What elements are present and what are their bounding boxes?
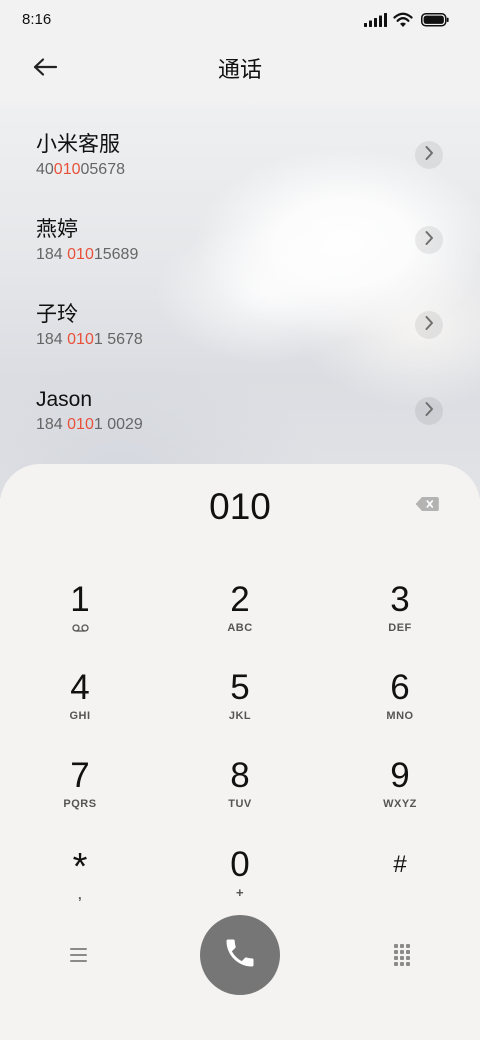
key-letters: , (77, 887, 83, 902)
voicemail-icon (30, 620, 130, 636)
key-7[interactable]: 7 PQRS (30, 756, 130, 816)
chevron-right-icon (415, 224, 443, 257)
key-8[interactable]: 8 TUV (190, 756, 290, 816)
key-9[interactable]: 9 WXYZ (350, 756, 450, 816)
wifi-icon (393, 12, 413, 33)
arrow-left-icon (32, 57, 58, 82)
number-suffix: 1 5678 (93, 331, 143, 348)
key-6[interactable]: 6 MNO (350, 668, 450, 728)
contact-number: 4001005678 (36, 160, 125, 180)
key-digit: 3 (390, 580, 410, 619)
phone-icon (222, 935, 258, 976)
matched-digits: 010 (53, 161, 81, 178)
dialpad-toggle-button[interactable] (390, 942, 414, 968)
matched-digits: 010 (67, 416, 94, 433)
dialpad-icon (394, 944, 398, 948)
key-digit: 5 (230, 668, 250, 707)
contact-detail-button[interactable] (415, 397, 443, 425)
key-2[interactable]: 2 ABC (190, 580, 290, 640)
key-letters: PQRS (63, 798, 97, 810)
key-letters: GHI (69, 710, 91, 722)
key-0[interactable]: 0 + (190, 845, 290, 905)
contact-row[interactable]: 子玲 184 0101 5678 (0, 282, 480, 364)
key-letters: TUV (228, 798, 252, 810)
battery-icon (421, 13, 449, 32)
key-letters: DEF (388, 622, 412, 634)
backspace-icon (415, 496, 440, 517)
call-button[interactable] (200, 915, 280, 995)
contact-name: 燕婷 (36, 218, 78, 241)
contact-name: 小米客服 (36, 133, 120, 156)
chevron-right-icon (415, 395, 443, 428)
key-digit: 4 (70, 668, 90, 707)
key-letters: WXYZ (383, 798, 417, 810)
matched-digits: 010 (67, 246, 94, 263)
menu-button[interactable] (66, 944, 90, 966)
number-prefix: 184 (36, 331, 68, 348)
key-3[interactable]: 3 DEF (350, 580, 450, 640)
number-prefix: 184 (36, 246, 68, 263)
number-prefix: 40 (36, 161, 54, 178)
menu-icon (69, 948, 87, 962)
contact-number: 184 01015689 (36, 245, 138, 265)
signal-icon (364, 13, 388, 32)
key-digit: * (72, 846, 88, 888)
number-prefix: 184 (36, 416, 68, 433)
key-letters: ABC (227, 622, 253, 634)
page-title: 通话 (217, 57, 262, 82)
contact-name: Jason (36, 388, 93, 411)
key-digit: 7 (70, 756, 90, 795)
number-suffix: 1 0029 (93, 416, 143, 433)
key-digit: 0 (230, 845, 250, 884)
contact-number: 184 0101 0029 (36, 415, 143, 435)
key-digit: 6 (390, 668, 410, 707)
key-star[interactable]: * , (30, 847, 130, 907)
key-hash[interactable]: # (350, 845, 450, 905)
key-digit: 2 (230, 580, 250, 619)
contact-row[interactable]: 小米客服 4001005678 (0, 112, 480, 194)
key-digit: 9 (390, 756, 410, 795)
status-time: 8:16 (22, 11, 52, 28)
key-digit: 1 (70, 580, 90, 619)
contact-detail-button[interactable] (415, 226, 443, 254)
contact-detail-button[interactable] (415, 141, 443, 169)
key-1[interactable]: 1 (30, 580, 130, 640)
number-suffix: 05678 (80, 161, 126, 178)
matched-digits: 010 (67, 331, 94, 348)
back-button[interactable] (28, 54, 62, 84)
dialed-number-display[interactable]: 010 (100, 485, 380, 529)
contact-number: 184 0101 5678 (36, 330, 143, 350)
key-digit: 8 (230, 756, 250, 795)
contact-detail-button[interactable] (415, 311, 443, 339)
contact-row[interactable]: Jason 184 0101 0029 (0, 367, 480, 449)
key-digit: # (393, 851, 407, 878)
chevron-right-icon (415, 139, 443, 172)
contact-name: 子玲 (36, 303, 78, 326)
backspace-button[interactable] (411, 494, 443, 518)
key-letters: MNO (386, 710, 414, 722)
key-letters: + (235, 885, 245, 900)
key-5[interactable]: 5 JKL (190, 668, 290, 728)
key-letters: JKL (228, 710, 252, 722)
number-suffix: 15689 (93, 246, 139, 263)
contact-row[interactable]: 燕婷 184 01015689 (0, 197, 480, 279)
chevron-right-icon (415, 309, 443, 342)
key-4[interactable]: 4 GHI (30, 668, 130, 728)
